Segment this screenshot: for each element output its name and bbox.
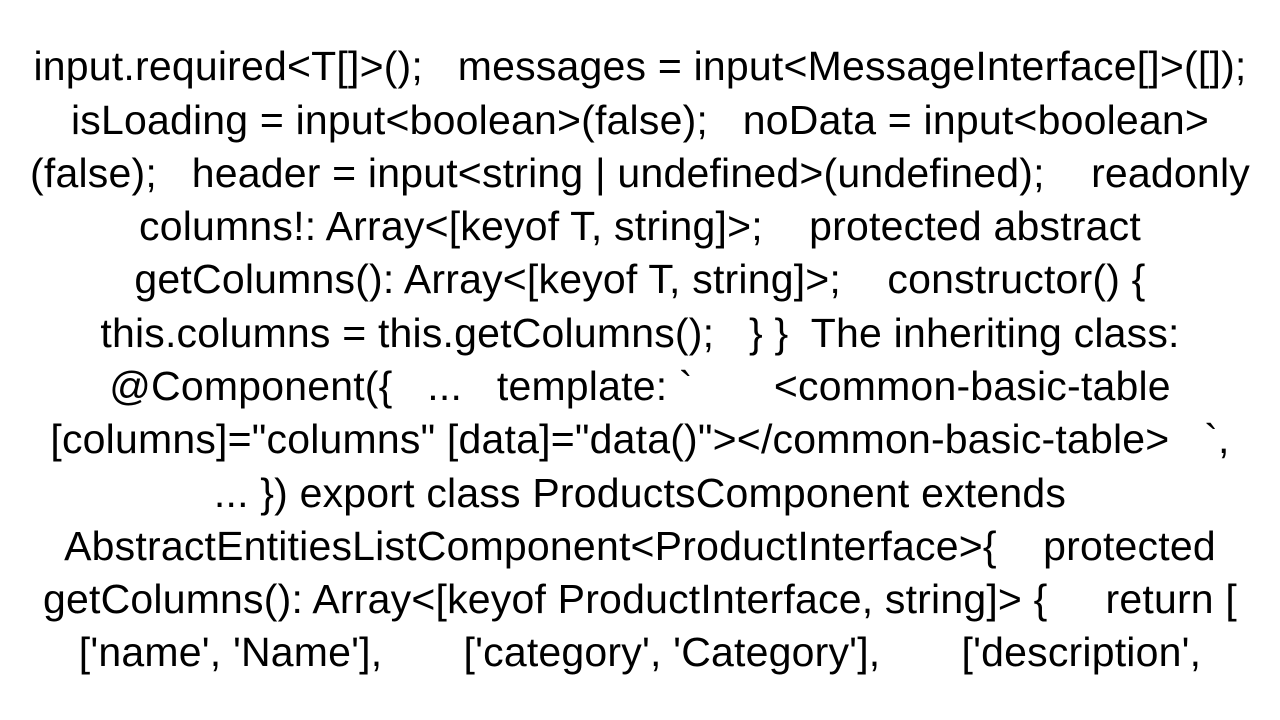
- document-content: input.required<T[]>(); messages = input<…: [0, 0, 1280, 720]
- code-snippet-text: input.required<T[]>(); messages = input<…: [20, 40, 1260, 680]
